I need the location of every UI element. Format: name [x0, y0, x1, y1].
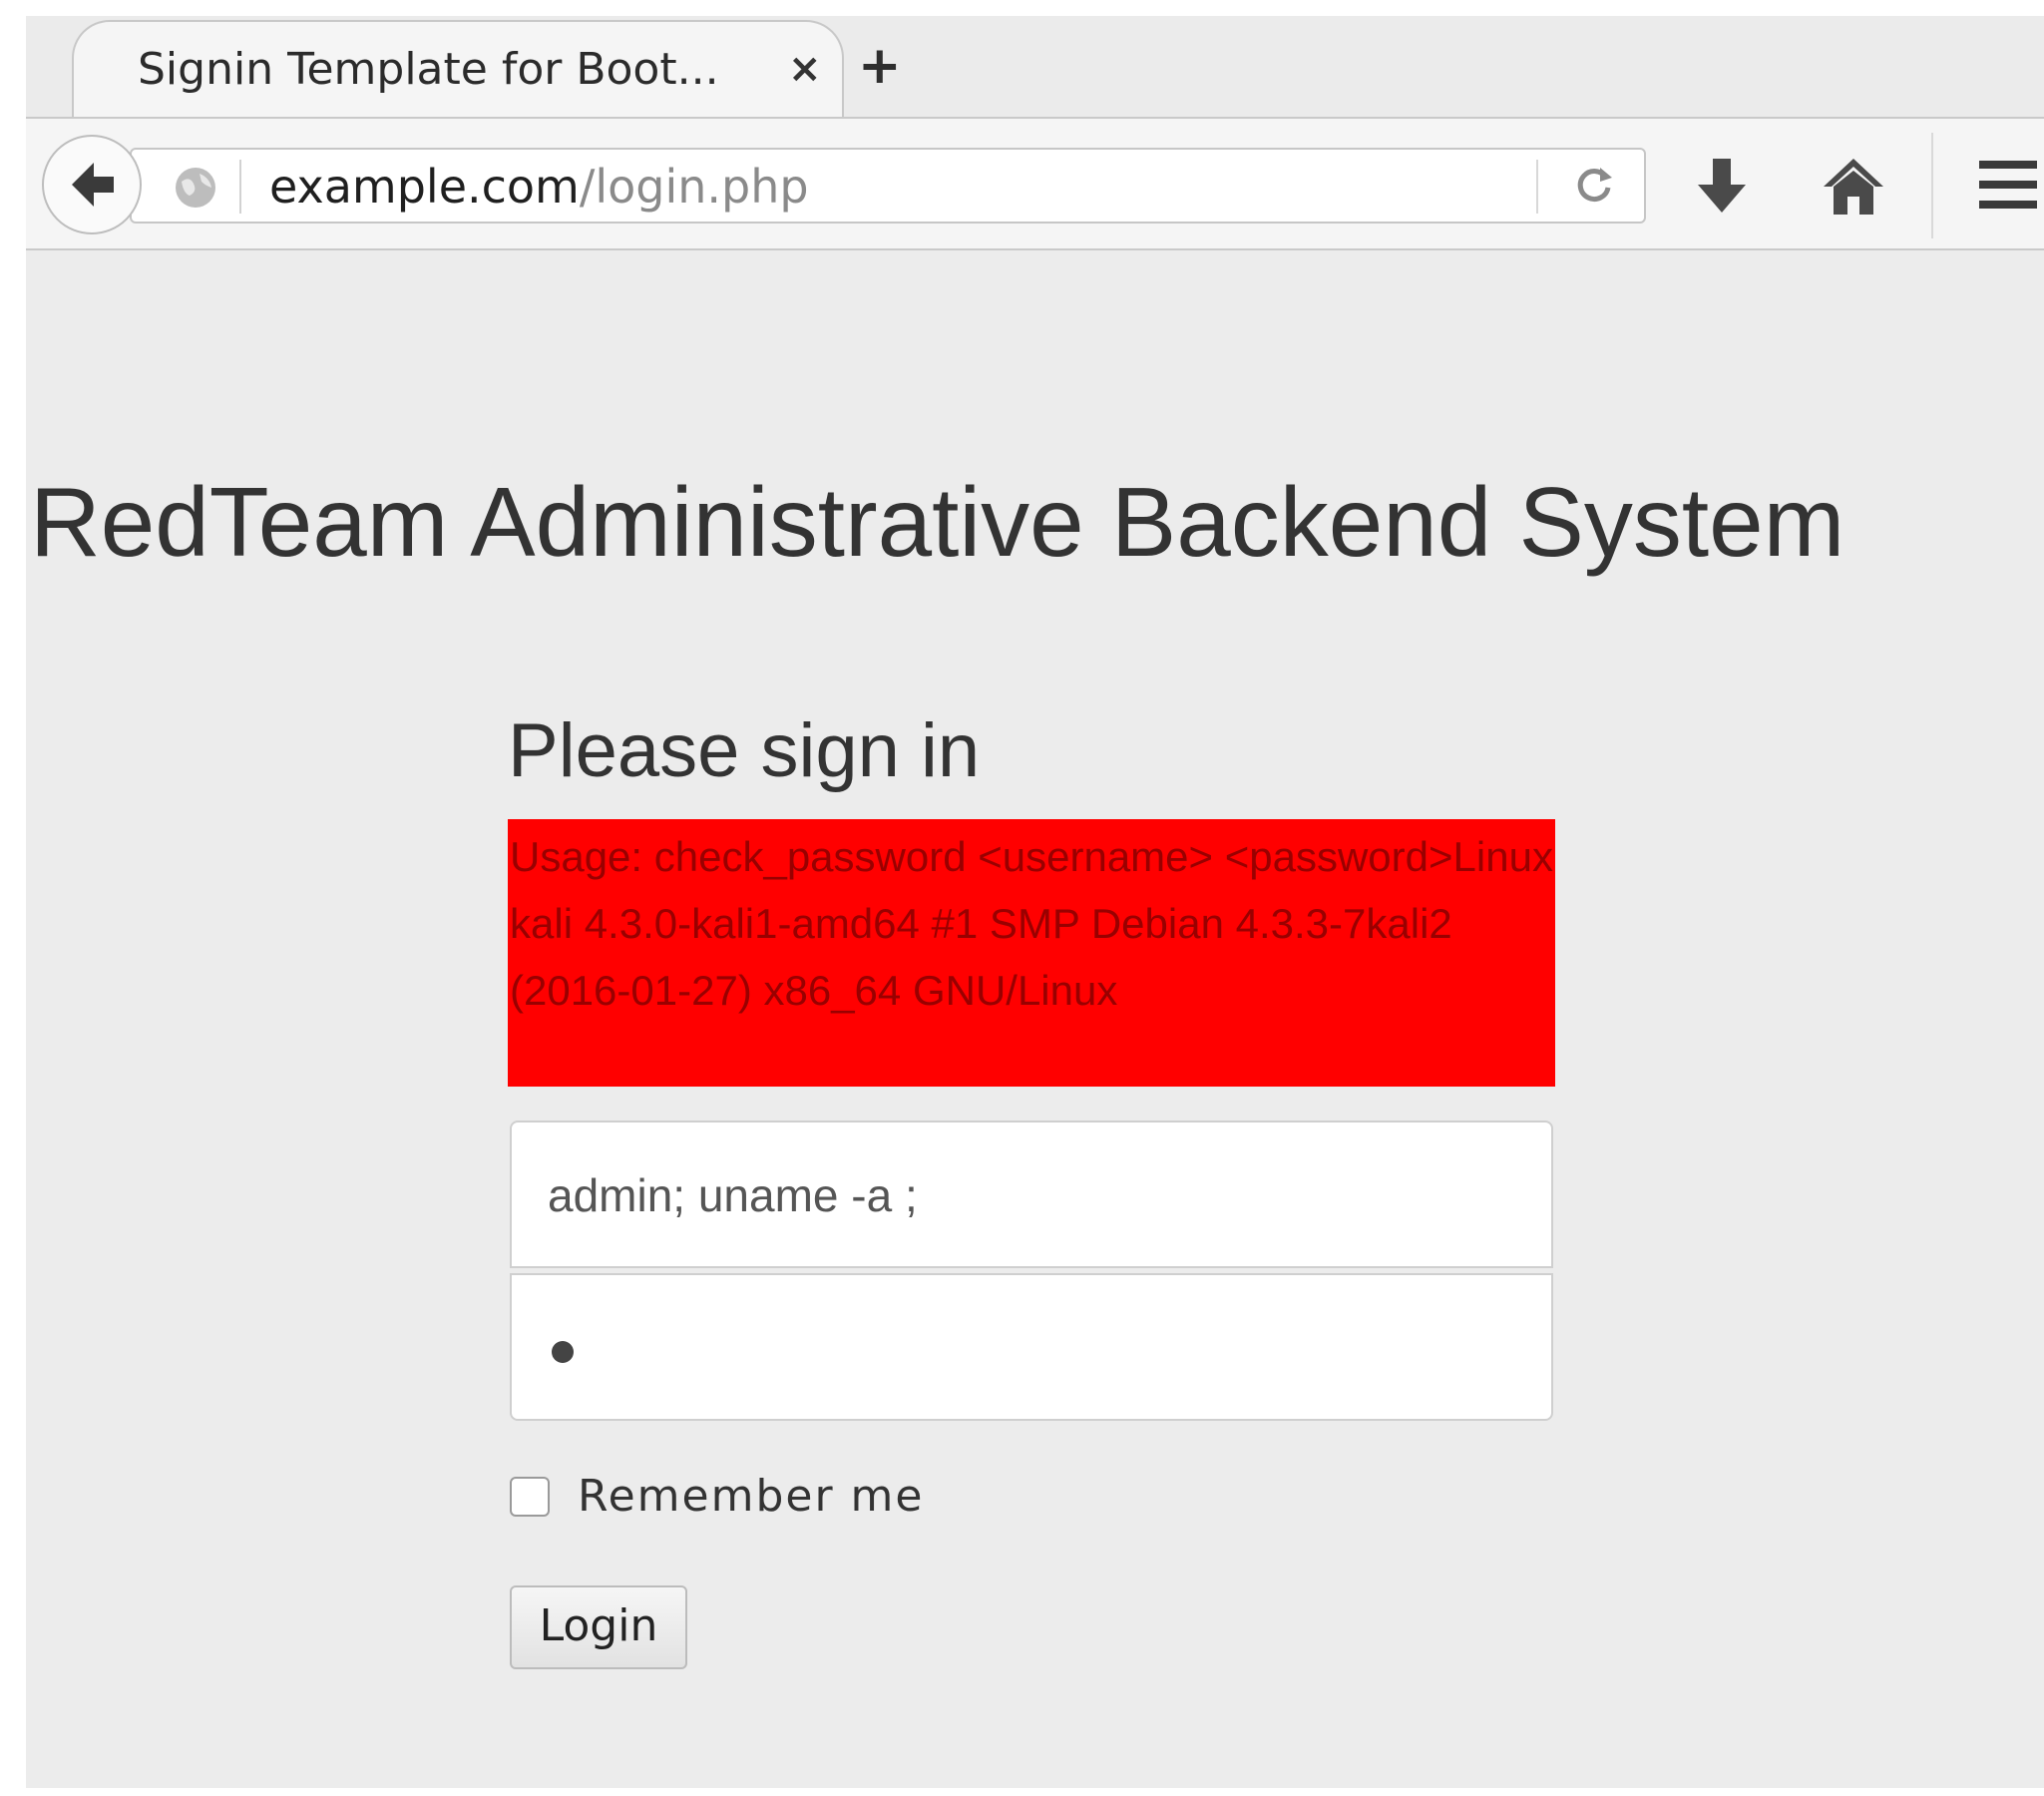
browser-window: Signin Template for Boot... × + example.…	[26, 16, 2044, 1788]
browser-tab[interactable]: Signin Template for Boot... ×	[72, 20, 844, 117]
new-tab-icon[interactable]: +	[858, 36, 902, 96]
page-content: RedTeam Administrative Backend System Pl…	[26, 250, 2044, 1788]
url-text[interactable]: example.com/login.php	[269, 160, 809, 214]
address-bar[interactable]: example.com/login.php	[130, 148, 1646, 224]
download-icon[interactable]	[1694, 157, 1750, 217]
url-divider	[239, 160, 241, 214]
password-mask-dot	[552, 1341, 574, 1363]
remember-me-label[interactable]: Remember me	[578, 1471, 924, 1522]
url-host: example.com	[269, 160, 580, 214]
back-arrow-icon	[72, 163, 114, 207]
home-icon[interactable]	[1822, 157, 1885, 217]
globe-icon	[176, 168, 215, 208]
reload-divider	[1536, 160, 1538, 214]
url-path: /login.php	[579, 160, 809, 214]
signin-heading: Please sign in	[508, 708, 981, 793]
username-value: admin; uname -a ;	[548, 1169, 918, 1221]
page-title: RedTeam Administrative Backend System	[30, 467, 1845, 577]
remember-me-checkbox[interactable]	[510, 1477, 550, 1517]
toolbar-separator	[1931, 133, 1933, 238]
back-button[interactable]	[42, 135, 142, 234]
reload-icon[interactable]	[1570, 162, 1618, 210]
navigation-bar: example.com/login.php	[26, 117, 2044, 250]
tab-close-icon[interactable]: ×	[788, 46, 822, 92]
username-field[interactable]: admin; uname -a ;	[510, 1121, 1553, 1268]
login-button[interactable]: Login	[510, 1585, 687, 1669]
menu-icon[interactable]	[1979, 159, 2037, 211]
error-message: Usage: check_password <username> <passwo…	[508, 819, 1555, 1087]
tab-title: Signin Template for Boot...	[138, 44, 719, 95]
password-field[interactable]	[510, 1273, 1553, 1421]
tab-strip: Signin Template for Boot... × +	[26, 16, 2044, 117]
